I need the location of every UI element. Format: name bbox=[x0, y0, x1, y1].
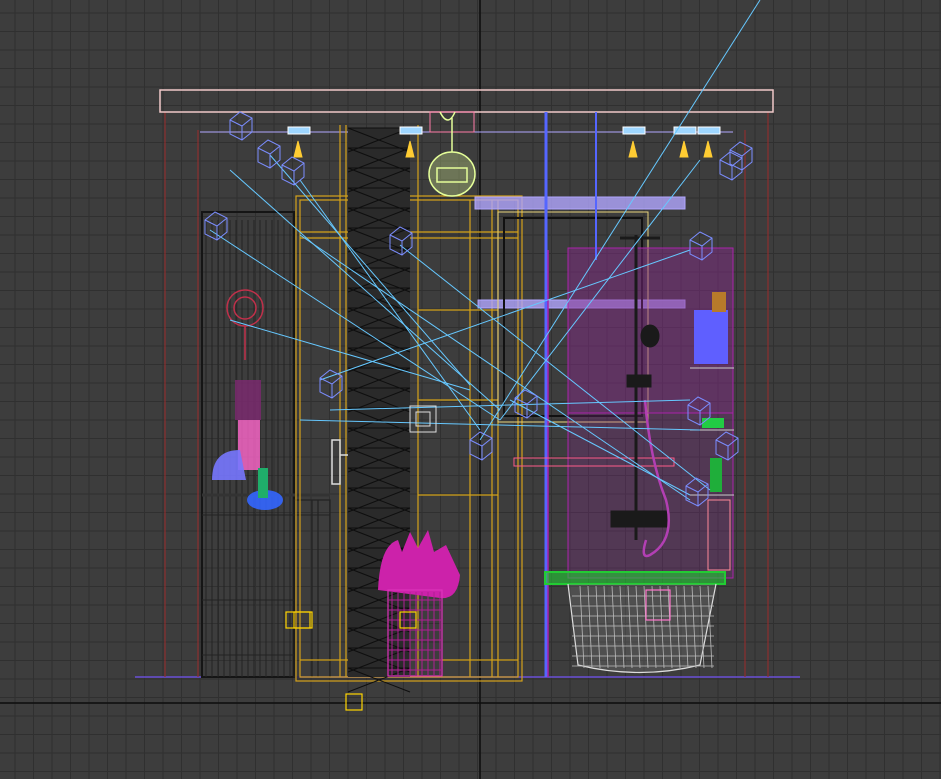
scene-canvas[interactable] bbox=[0, 0, 941, 779]
light-gizmo-icon[interactable] bbox=[319, 369, 343, 399]
spotlight-cone-icon bbox=[703, 140, 713, 158]
spotlight-icon[interactable] bbox=[622, 126, 646, 135]
light-gizmo-icon[interactable] bbox=[257, 139, 281, 169]
light-gizmo-icon[interactable] bbox=[719, 151, 743, 181]
left-shelving-unit[interactable] bbox=[201, 211, 330, 678]
spotlight-cone-icon bbox=[293, 140, 303, 158]
spotlight-icon[interactable] bbox=[399, 126, 423, 135]
light-gizmo-icon[interactable] bbox=[729, 141, 753, 171]
spotlight-cone-icon bbox=[628, 140, 638, 158]
wall-switch[interactable] bbox=[409, 405, 437, 433]
vanity-cabinet[interactable] bbox=[285, 499, 331, 678]
bathtub[interactable] bbox=[544, 571, 726, 674]
light-gizmo-icon[interactable] bbox=[229, 111, 253, 141]
round-mirror-decor bbox=[226, 289, 264, 360]
tile-column[interactable] bbox=[347, 127, 411, 693]
spotlight-cone-icon bbox=[679, 140, 689, 158]
light-gizmo-icon[interactable] bbox=[469, 431, 493, 461]
spotlight-icon[interactable] bbox=[287, 126, 311, 135]
pendant-lamp[interactable] bbox=[428, 111, 476, 197]
spotlight-icon[interactable] bbox=[697, 126, 721, 135]
viewport-front-wireframe[interactable] bbox=[0, 0, 941, 779]
